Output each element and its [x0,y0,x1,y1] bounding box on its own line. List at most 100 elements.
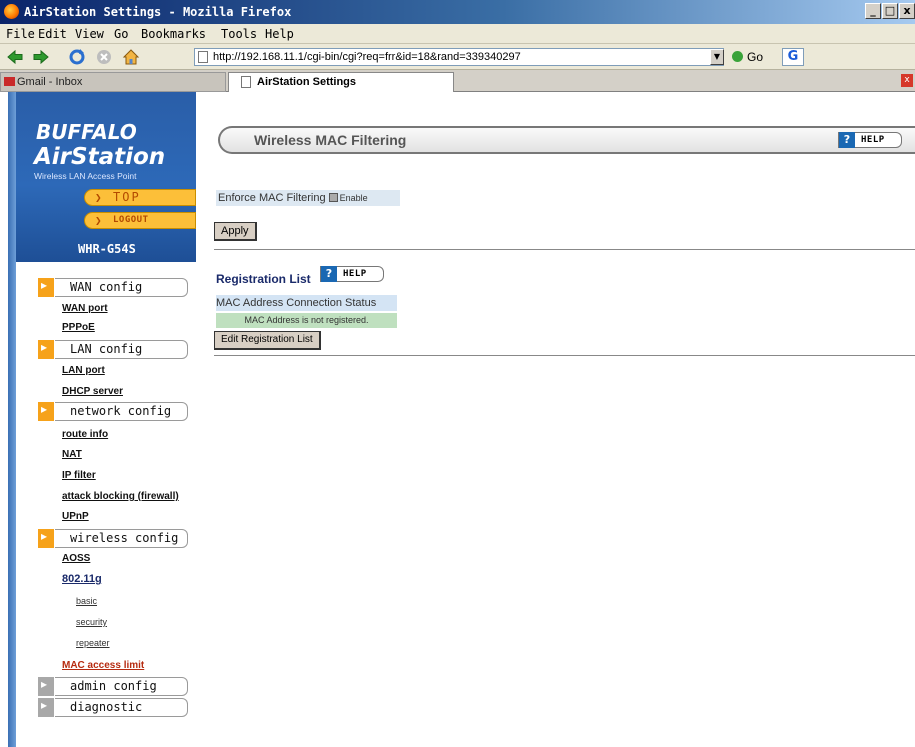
section-network-label: network config [55,402,188,421]
maximize-button[interactable]: □ [882,3,898,19]
back-icon[interactable] [6,48,24,66]
menu-edit[interactable]: Edit [38,27,67,41]
tab-airstation[interactable]: AirStation Settings [228,72,454,92]
arrow-icon: ❯ [95,191,102,204]
enforce-label: Enforce MAC Filtering [218,192,326,204]
menu-file[interactable]: File [6,27,35,41]
help-label: HELP [343,269,367,279]
help-icon: ? [839,132,855,148]
menu-bookmarks[interactable]: Bookmarks [141,27,206,41]
main-panel: Wireless MAC Filtering ? HELP Enforce MA… [214,92,915,747]
divider [214,355,915,356]
section-admin-config[interactable]: admin config [38,677,188,696]
page-content: BUFFALO AirStation Wireless LAN Access P… [0,92,915,747]
tab-gmail[interactable]: Gmail - Inbox [0,72,226,92]
reload-icon[interactable] [68,48,86,66]
section-wireless-config[interactable]: wireless config [38,529,188,548]
page-title-box: Wireless MAC Filtering [218,126,915,154]
stop-icon[interactable] [95,48,113,66]
brand-logo: BUFFALO [36,120,137,144]
registration-help-button[interactable]: ? HELP [320,266,384,282]
page-icon [241,76,251,88]
link-wan-port[interactable]: WAN port [62,303,108,314]
link-route-info[interactable]: route info [62,429,108,440]
edit-registration-list-button[interactable]: Edit Registration List [214,331,321,350]
top-label: TOP [113,190,141,204]
page-title: Wireless MAC Filtering [254,132,407,148]
section-diagnostic-label: diagnostic [55,698,188,717]
close-tab-icon[interactable]: x [901,74,913,87]
section-admin-label: admin config [55,677,188,696]
link-security[interactable]: security [76,617,107,627]
logout-button[interactable]: ❯ LOGOUT [84,212,196,229]
link-basic[interactable]: basic [76,596,97,606]
logout-label: LOGOUT [113,215,149,225]
address-dropdown-button[interactable]: ▼ [710,49,724,65]
minimize-button[interactable]: _ [865,3,881,19]
divider [214,249,915,250]
registration-list-title: Registration List [216,272,311,286]
link-aoss[interactable]: AOSS [62,553,90,564]
link-repeater[interactable]: repeater [76,638,110,648]
link-nat[interactable]: NAT [62,449,82,460]
home-icon[interactable] [122,48,140,66]
enable-checkbox[interactable] [328,193,338,202]
address-bar[interactable]: http://192.168.11.1/cgi-bin/cgi?req=frr&… [194,48,724,66]
section-network-config[interactable]: network config [38,402,188,421]
section-diagnostic[interactable]: diagnostic [38,698,188,717]
go-button[interactable]: Go [732,50,763,64]
help-label: HELP [861,135,885,145]
help-icon: ? [321,266,337,282]
section-wan-label: WAN config [55,278,188,297]
link-dhcp-server[interactable]: DHCP server [62,386,123,397]
empty-list-message: MAC Address is not registered. [216,313,397,328]
section-lan-label: LAN config [55,340,188,359]
product-name: AirStation [34,144,166,170]
tab-airstation-label: AirStation Settings [257,76,357,88]
go-icon [732,51,743,62]
window-controls: _ □ x [865,3,915,19]
help-button[interactable]: ? HELP [838,132,902,148]
link-attack-blocking[interactable]: attack blocking (firewall) [62,491,179,502]
firefox-icon [4,4,19,19]
browser-window: AirStation Settings - Mozilla Firefox _ … [0,0,915,747]
section-wireless-label: wireless config [55,529,188,548]
navigation-toolbar: http://192.168.11.1/cgi-bin/cgi?req=frr&… [0,44,915,70]
link-pppoe[interactable]: PPPoE [62,322,95,333]
top-button[interactable]: ❯ TOP [84,189,196,206]
title-bar: AirStation Settings - Mozilla Firefox _ … [0,0,915,24]
apply-button[interactable]: Apply [214,222,257,241]
link-lan-port[interactable]: LAN port [62,365,105,376]
go-label: Go [747,50,764,64]
menu-view[interactable]: View [75,27,104,41]
window-title: AirStation Settings - Mozilla Firefox [24,5,292,19]
model-name: WHR-G54S [78,242,136,256]
tab-bar: Gmail - Inbox AirStation Settings x [0,70,915,92]
link-upnp[interactable]: UPnP [62,511,89,522]
close-button[interactable]: x [899,3,915,19]
arrow-icon [38,677,54,696]
gmail-icon [4,77,15,86]
registration-column-header: MAC Address Connection Status [216,295,397,311]
menu-tools[interactable]: Tools [221,27,257,41]
search-engine-icon[interactable]: G [782,48,804,66]
arrow-icon [38,529,54,548]
sidebar-stripe [8,92,16,747]
section-lan-config[interactable]: LAN config [38,340,188,359]
menu-bar: File Edit View Go Bookmarks Tools Help [0,24,915,44]
menu-help[interactable]: Help [265,27,294,41]
product-tagline: Wireless LAN Access Point [34,171,137,181]
page-icon [198,51,208,63]
arrow-icon [38,340,54,359]
arrow-icon [38,278,54,297]
link-mac-access-limit[interactable]: MAC access limit [62,660,144,671]
enforce-mac-filtering-row: Enforce MAC Filtering Enable [216,190,400,206]
section-wan-config[interactable]: WAN config [38,278,188,297]
link-ip-filter[interactable]: IP filter [62,470,96,481]
forward-icon[interactable] [32,48,50,66]
enable-label: Enable [339,193,368,203]
menu-go[interactable]: Go [114,27,128,41]
tab-gmail-label: Gmail - Inbox [17,76,83,88]
address-url: http://192.168.11.1/cgi-bin/cgi?req=frr&… [213,51,521,63]
link-80211g[interactable]: 802.11g [62,573,102,585]
